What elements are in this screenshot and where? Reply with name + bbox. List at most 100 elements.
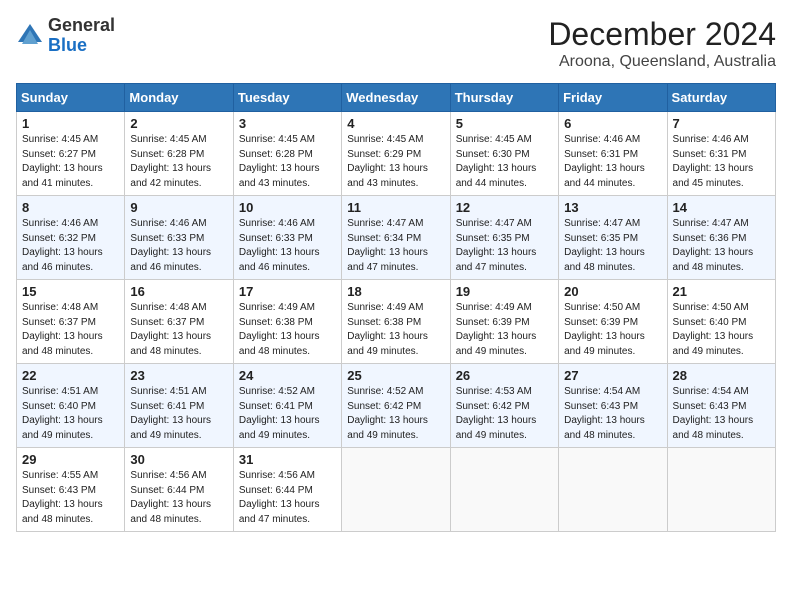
calendar-cell: 30 Sunrise: 4:56 AMSunset: 6:44 PMDayligh… [125,448,233,532]
calendar-cell: 4 Sunrise: 4:45 AMSunset: 6:29 PMDaylight… [342,112,450,196]
calendar-cell: 26 Sunrise: 4:53 AMSunset: 6:42 PMDayligh… [450,364,558,448]
calendar-header-day: Sunday [17,84,125,112]
calendar-week-row: 29Sunrise: 4:55 AMSunset: 6:43 PMDayligh… [17,448,776,532]
calendar-cell: 31Sunrise: 4:56 AMSunset: 6:44 PMDayligh… [233,448,341,532]
title-block: December 2024 Aroona, Queensland, Austra… [548,16,776,71]
cell-day-number: 19 [456,284,553,299]
calendar-cell: 15 Sunrise: 4:48 AMSunset: 6:37 PMDayligh… [17,280,125,364]
calendar-cell: 1Sunrise: 4:45 AMSunset: 6:27 PMDaylight… [17,112,125,196]
cell-day-number: 8 [22,200,119,215]
calendar-header-day: Wednesday [342,84,450,112]
cell-info-text: Sunrise: 4:45 AMSunset: 6:30 PMDaylight:… [456,133,553,191]
cell-day-number: 17 [239,284,336,299]
cell-info-text: Sunrise: 4:46 AMSunset: 6:33 PMDaylight:… [130,217,227,275]
logo-blue: Blue [48,35,87,55]
cell-info-text: Sunrise: 4:49 AMSunset: 6:39 PMDaylight:… [456,301,553,359]
calendar-cell: 27Sunrise: 4:54 AMSunset: 6:43 PMDayligh… [559,364,667,448]
logo-text: General Blue [48,16,115,56]
calendar-body: 1Sunrise: 4:45 AMSunset: 6:27 PMDaylight… [17,112,776,532]
cell-day-number: 11 [347,200,444,215]
calendar-cell [559,448,667,532]
calendar-cell: 7Sunrise: 4:46 AMSunset: 6:31 PMDaylight… [667,112,775,196]
cell-info-text: Sunrise: 4:53 AMSunset: 6:42 PMDaylight:… [456,385,553,443]
cell-day-number: 30 [130,452,227,467]
calendar-cell: 24Sunrise: 4:52 AMSunset: 6:41 PMDayligh… [233,364,341,448]
calendar-cell: 16Sunrise: 4:48 AMSunset: 6:37 PMDayligh… [125,280,233,364]
cell-info-text: Sunrise: 4:50 AMSunset: 6:39 PMDaylight:… [564,301,661,359]
calendar-cell: 10 Sunrise: 4:46 AMSunset: 6:33 PMDayligh… [233,196,341,280]
cell-day-number: 6 [564,116,661,131]
cell-info-text: Sunrise: 4:51 AMSunset: 6:41 PMDaylight:… [130,385,227,443]
cell-info-text: Sunrise: 4:48 AMSunset: 6:37 PMDaylight:… [22,301,119,359]
cell-info-text: Sunrise: 4:45 AMSunset: 6:29 PMDaylight:… [347,133,444,191]
cell-info-text: Sunrise: 4:52 AMSunset: 6:42 PMDaylight:… [347,385,444,443]
calendar-cell: 23 Sunrise: 4:51 AMSunset: 6:41 PMDayligh… [125,364,233,448]
cell-day-number: 27 [564,368,661,383]
cell-info-text: Sunrise: 4:47 AMSunset: 6:35 PMDaylight:… [456,217,553,275]
logo: General Blue [16,16,115,56]
calendar-cell: 14Sunrise: 4:47 AMSunset: 6:36 PMDayligh… [667,196,775,280]
cell-info-text: Sunrise: 4:54 AMSunset: 6:43 PMDaylight:… [673,385,770,443]
calendar-header-day: Saturday [667,84,775,112]
cell-info-text: Sunrise: 4:50 AMSunset: 6:40 PMDaylight:… [673,301,770,359]
cell-day-number: 3 [239,116,336,131]
calendar-table: SundayMondayTuesdayWednesdayThursdayFrid… [16,83,776,532]
cell-day-number: 13 [564,200,661,215]
calendar-week-row: 22Sunrise: 4:51 AMSunset: 6:40 PMDayligh… [17,364,776,448]
cell-info-text: Sunrise: 4:51 AMSunset: 6:40 PMDaylight:… [22,385,119,443]
cell-day-number: 18 [347,284,444,299]
cell-day-number: 12 [456,200,553,215]
calendar-cell: 5 Sunrise: 4:45 AMSunset: 6:30 PMDaylight… [450,112,558,196]
cell-info-text: Sunrise: 4:56 AMSunset: 6:44 PMDaylight:… [130,469,227,527]
calendar-cell: 9 Sunrise: 4:46 AMSunset: 6:33 PMDaylight… [125,196,233,280]
cell-day-number: 15 [22,284,119,299]
calendar-cell: 11 Sunrise: 4:47 AMSunset: 6:34 PMDayligh… [342,196,450,280]
cell-info-text: Sunrise: 4:46 AMSunset: 6:31 PMDaylight:… [564,133,661,191]
cell-day-number: 5 [456,116,553,131]
cell-day-number: 10 [239,200,336,215]
calendar-cell [667,448,775,532]
cell-day-number: 25 [347,368,444,383]
page-subtitle: Aroona, Queensland, Australia [548,53,776,71]
calendar-cell [450,448,558,532]
cell-day-number: 2 [130,116,227,131]
calendar-cell: 29Sunrise: 4:55 AMSunset: 6:43 PMDayligh… [17,448,125,532]
calendar-cell: 21 Sunrise: 4:50 AMSunset: 6:40 PMDayligh… [667,280,775,364]
cell-info-text: Sunrise: 4:46 AMSunset: 6:31 PMDaylight:… [673,133,770,191]
cell-info-text: Sunrise: 4:47 AMSunset: 6:35 PMDaylight:… [564,217,661,275]
calendar-header-day: Tuesday [233,84,341,112]
calendar-header: SundayMondayTuesdayWednesdayThursdayFrid… [17,84,776,112]
cell-day-number: 9 [130,200,227,215]
calendar-week-row: 1Sunrise: 4:45 AMSunset: 6:27 PMDaylight… [17,112,776,196]
calendar-week-row: 8 Sunrise: 4:46 AMSunset: 6:32 PMDaylight… [17,196,776,280]
cell-day-number: 21 [673,284,770,299]
calendar-cell: 20 Sunrise: 4:50 AMSunset: 6:39 PMDayligh… [559,280,667,364]
cell-info-text: Sunrise: 4:47 AMSunset: 6:36 PMDaylight:… [673,217,770,275]
page-header: General Blue December 2024 Aroona, Queen… [16,16,776,71]
calendar-header-row: SundayMondayTuesdayWednesdayThursdayFrid… [17,84,776,112]
cell-info-text: Sunrise: 4:46 AMSunset: 6:33 PMDaylight:… [239,217,336,275]
cell-info-text: Sunrise: 4:55 AMSunset: 6:43 PMDaylight:… [22,469,119,527]
calendar-header-day: Monday [125,84,233,112]
calendar-cell: 17Sunrise: 4:49 AMSunset: 6:38 PMDayligh… [233,280,341,364]
calendar-cell: 12 Sunrise: 4:47 AMSunset: 6:35 PMDayligh… [450,196,558,280]
cell-info-text: Sunrise: 4:47 AMSunset: 6:34 PMDaylight:… [347,217,444,275]
cell-day-number: 4 [347,116,444,131]
cell-info-text: Sunrise: 4:45 AMSunset: 6:28 PMDaylight:… [130,133,227,191]
cell-day-number: 26 [456,368,553,383]
cell-info-text: Sunrise: 4:46 AMSunset: 6:32 PMDaylight:… [22,217,119,275]
cell-day-number: 23 [130,368,227,383]
cell-day-number: 20 [564,284,661,299]
cell-info-text: Sunrise: 4:48 AMSunset: 6:37 PMDaylight:… [130,301,227,359]
logo-icon [16,22,44,50]
calendar-header-day: Friday [559,84,667,112]
cell-day-number: 31 [239,452,336,467]
calendar-cell: 28 Sunrise: 4:54 AMSunset: 6:43 PMDayligh… [667,364,775,448]
cell-info-text: Sunrise: 4:49 AMSunset: 6:38 PMDaylight:… [347,301,444,359]
calendar-cell: 6 Sunrise: 4:46 AMSunset: 6:31 PMDaylight… [559,112,667,196]
calendar-cell: 22Sunrise: 4:51 AMSunset: 6:40 PMDayligh… [17,364,125,448]
logo-general: General [48,15,115,35]
cell-day-number: 28 [673,368,770,383]
calendar-cell: 8 Sunrise: 4:46 AMSunset: 6:32 PMDaylight… [17,196,125,280]
cell-info-text: Sunrise: 4:45 AMSunset: 6:28 PMDaylight:… [239,133,336,191]
